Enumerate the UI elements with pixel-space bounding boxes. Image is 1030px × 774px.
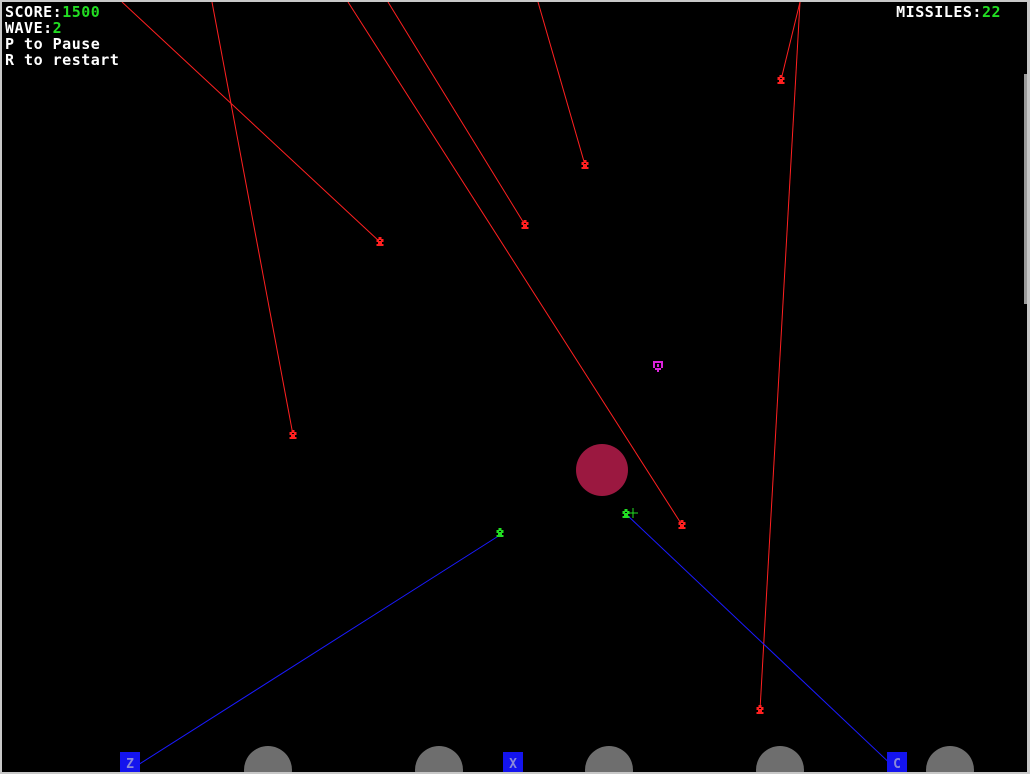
enemy-trail — [211, 2, 294, 436]
score-display: SCORE:1500 — [5, 4, 100, 20]
enemy-trail — [387, 2, 526, 226]
city — [415, 746, 463, 772]
player-warheads — [496, 509, 630, 537]
missiles-label: MISSILES: — [896, 3, 982, 21]
enemy-warhead-icon — [289, 430, 297, 439]
playfield[interactable]: Z X C SCORE:1500 WAVE:2 P to Pause R to … — [2, 2, 1027, 772]
game-window: Z X C SCORE:1500 WAVE:2 P to Pause R to … — [0, 0, 1030, 774]
city — [585, 746, 633, 772]
score-value: 1500 — [62, 3, 101, 21]
enemy-warhead-icon — [581, 160, 589, 169]
launcher-c[interactable]: C — [887, 752, 907, 772]
enemy-trail — [537, 2, 586, 166]
player-warhead-icon — [496, 528, 504, 537]
shield-icon[interactable] — [653, 361, 663, 372]
enemy-trail — [759, 2, 801, 711]
player-trail — [626, 514, 898, 771]
launcher-key-label: C — [893, 757, 901, 772]
enemy-warhead-icon — [376, 237, 384, 246]
enemy-trails — [121, 2, 801, 711]
scene: Z X C — [120, 2, 974, 772]
pause-hint: P to Pause — [5, 35, 101, 53]
launcher-key-label: Z — [126, 757, 134, 772]
player-trail — [129, 534, 501, 771]
player-trails — [129, 514, 898, 771]
launcher-z[interactable]: Z — [120, 752, 140, 772]
city — [244, 746, 292, 772]
wave-display: WAVE:2 — [5, 20, 62, 36]
restart-hint: R to restart — [5, 51, 120, 69]
missiles-display: MISSILES:22 — [896, 4, 1001, 20]
launcher-x[interactable]: X — [503, 752, 523, 772]
window-edge-strip — [1024, 74, 1027, 304]
enemy-trail — [780, 2, 801, 81]
city — [926, 746, 974, 772]
launcher-key-label: X — [509, 757, 517, 772]
enemy-trail — [121, 2, 381, 243]
enemy-warhead-icon — [777, 75, 785, 84]
cities — [244, 746, 974, 772]
city — [756, 746, 804, 772]
missiles-value: 22 — [981, 3, 1001, 21]
enemy-warhead-icon — [756, 705, 764, 714]
enemy-warheads — [289, 75, 785, 714]
explosion — [576, 444, 628, 496]
enemy-trail — [347, 2, 683, 526]
